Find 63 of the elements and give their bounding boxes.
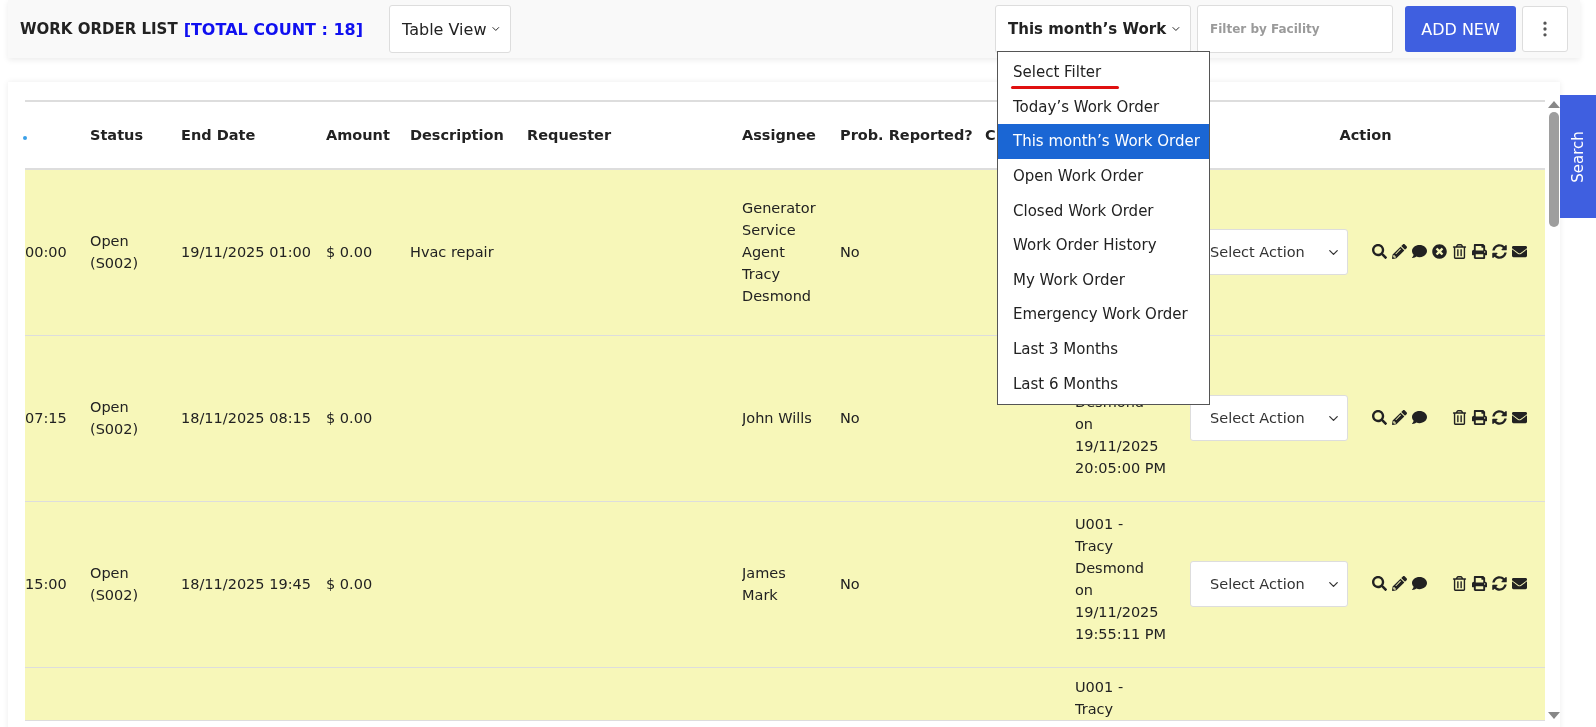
table-cell-text: 07:15 [25, 409, 67, 428]
speech-bubble-icon[interactable] [1412, 576, 1428, 592]
table-cell-text: Open (S002) [90, 232, 139, 274]
envelope-icon[interactable] [1512, 576, 1528, 592]
table-cell-text: $ 0.00 [326, 575, 373, 594]
search-icon[interactable] [1372, 244, 1388, 261]
search-icon[interactable] [1372, 576, 1388, 592]
scroll-down-icon[interactable] [1547, 712, 1560, 720]
trash-icon[interactable] [1452, 244, 1468, 261]
column-header: Amount [326, 127, 390, 143]
table-cell-text: 00:00 [25, 243, 67, 263]
table-cell-text: James Mark [742, 564, 786, 605]
table-cell-text: No [840, 575, 860, 594]
refresh-icon[interactable] [1492, 576, 1508, 592]
facility-filter-field[interactable]: Filter by Facility [1197, 5, 1393, 53]
column-header: Status [90, 127, 144, 143]
table-cell-text: 19/11/2025 01:00 [181, 243, 311, 263]
column-header: Description [410, 127, 504, 143]
table-cell-text: 15:00 [25, 575, 67, 594]
scroll-up-icon[interactable] [1547, 100, 1560, 108]
search-icon[interactable] [1372, 410, 1388, 426]
table-cell-text: 18/11/2025 08:15 [181, 409, 311, 428]
total-count: [TOTAL COUNT : 18] [183, 19, 364, 39]
trash-icon[interactable] [1452, 576, 1468, 592]
page-title: WORK ORDER LIST [20, 20, 178, 38]
add-new-button[interactable]: ADD NEW [1405, 6, 1516, 52]
column-header: Action [1339, 127, 1392, 143]
refresh-icon[interactable] [1492, 410, 1508, 426]
column-header: End Date [181, 127, 256, 143]
search-tab[interactable]: Search [1560, 95, 1596, 218]
table-cell-text: 18/11/2025 19:45 [181, 575, 311, 594]
pencil-icon[interactable] [1392, 576, 1408, 592]
table-cell-text: No [840, 243, 860, 263]
table-cell-text: U001 - Tracy Desmond on 19/11/2025 19:55:11 PM [1075, 514, 1166, 644]
speech-bubble-icon[interactable] [1412, 410, 1428, 426]
table-cell-text: Generator Service Agent Tracy Desmond [742, 199, 816, 307]
action-select[interactable]: Select Action [1190, 395, 1348, 441]
table-cell-text: Open (S002) [90, 564, 139, 605]
printer-icon[interactable] [1472, 410, 1488, 426]
pencil-icon[interactable] [1392, 244, 1408, 261]
table-cell-text: Hvac repair [410, 243, 494, 263]
printer-icon[interactable] [1472, 244, 1488, 261]
trash-icon[interactable] [1452, 410, 1468, 426]
column-header: Prob. Reported? [840, 127, 973, 143]
table-cell-text: John Wills [742, 409, 812, 428]
printer-icon[interactable] [1472, 576, 1488, 592]
envelope-icon[interactable] [1512, 410, 1528, 426]
filter-option[interactable]: This month’s Work Order [998, 124, 1209, 159]
column-header: Assignee [742, 127, 816, 143]
scrollbar-thumb[interactable] [1548, 112, 1559, 227]
table-cell-text: No [840, 409, 860, 428]
column-header: C [985, 127, 996, 143]
table-cell-text: U001 - Tracy [1075, 677, 1124, 719]
refresh-icon[interactable] [1492, 244, 1508, 261]
view-select[interactable]: Table View [389, 5, 512, 53]
table-cell-text: $ 0.00 [326, 243, 373, 263]
table-cell-text: Open (S002) [90, 398, 139, 439]
speech-bubble-icon[interactable] [1412, 244, 1428, 261]
column-header: Requester [527, 127, 612, 143]
action-select[interactable]: Select Action [1190, 561, 1348, 607]
filter-select[interactable]: This month’s Work [995, 5, 1191, 53]
table-cell-text: $ 0.00 [326, 409, 373, 428]
pencil-icon[interactable] [1392, 410, 1408, 426]
